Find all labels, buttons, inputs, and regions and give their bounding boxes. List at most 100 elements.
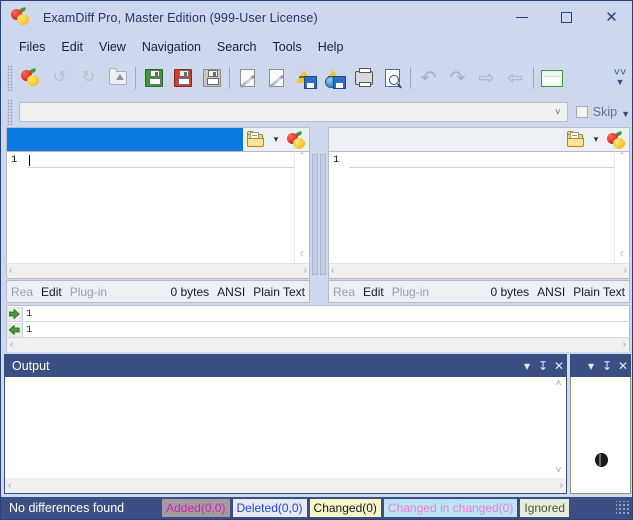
right-file-path[interactable] <box>329 128 563 151</box>
left-file-type[interactable]: Plain Text <box>249 285 309 299</box>
diff-map-close-button[interactable]: ✕ <box>615 354 631 377</box>
close-button[interactable]: ✕ <box>589 1 633 34</box>
scroll-right-icon[interactable]: › <box>623 340 626 350</box>
right-editor[interactable]: 1 ˆ ˁ ‹ › <box>328 152 630 279</box>
right-editor-body[interactable]: 1 ˆ ˁ <box>329 152 629 263</box>
status-badge-changed-in-changed[interactable]: Changed in changed(0) <box>384 499 517 517</box>
scroll-right-icon[interactable]: › <box>560 481 563 491</box>
menu-edit[interactable]: Edit <box>53 37 91 57</box>
copy-left-button[interactable]: ⇦ <box>501 63 530 93</box>
save-right-button[interactable] <box>168 63 197 93</box>
menu-files[interactable]: Files <box>11 37 53 57</box>
scroll-up-icon[interactable]: ˄ <box>556 379 562 389</box>
filter-toolbar-grip[interactable] <box>7 99 13 125</box>
left-browse-button[interactable] <box>243 128 269 151</box>
scroll-down-icon[interactable]: ˁ <box>300 252 304 262</box>
diff-map-body[interactable] <box>570 377 631 494</box>
menu-tools[interactable]: Tools <box>265 37 310 57</box>
scroll-down-icon[interactable]: ˁ <box>620 252 624 262</box>
diff-map-pin-button[interactable]: ↧ <box>599 354 615 377</box>
arrow-left-green-icon[interactable] <box>7 323 23 337</box>
right-readonly-status[interactable]: Rea <box>329 285 359 299</box>
left-horizontal-scrollbar[interactable]: ‹ › <box>7 263 309 278</box>
print-preview-button[interactable] <box>378 63 407 93</box>
output-close-button[interactable]: ✕ <box>551 354 567 377</box>
open-folder-button[interactable] <box>103 63 132 93</box>
right-plugin-status[interactable]: Plug-in <box>388 285 433 299</box>
left-readonly-status[interactable]: Rea <box>7 285 37 299</box>
recompare-button[interactable]: ↺ <box>45 63 74 93</box>
print-button[interactable] <box>349 63 378 93</box>
left-editor-text[interactable] <box>27 152 294 263</box>
resize-grip[interactable] <box>616 501 630 515</box>
right-encoding[interactable]: ANSI <box>533 285 569 299</box>
redo-button[interactable]: ↷ <box>443 63 472 93</box>
minimize-button[interactable] <box>499 1 544 34</box>
menu-navigation[interactable]: Navigation <box>134 37 209 57</box>
output-vertical-scrollbar[interactable]: ˄ ˅ <box>551 377 566 478</box>
left-plugin-status[interactable]: Plug-in <box>66 285 111 299</box>
save-report-button[interactable] <box>291 63 320 93</box>
save-html-report-button[interactable] <box>320 63 349 93</box>
skip-checkbox[interactable] <box>576 106 588 118</box>
left-editor-body[interactable]: 1 ˆ ˁ <box>7 152 309 263</box>
right-horizontal-scrollbar[interactable]: ‹ › <box>329 263 629 278</box>
status-badge-deleted[interactable]: Deleted(0,0) <box>233 499 307 517</box>
scroll-left-icon[interactable]: ‹ <box>331 266 334 276</box>
right-edit-status[interactable]: Edit <box>359 285 388 299</box>
left-editor[interactable]: 1 ˆ ˁ ‹ › <box>6 152 310 279</box>
right-file-type[interactable]: Plain Text <box>569 285 629 299</box>
left-editor-line-1[interactable] <box>27 154 294 168</box>
right-browse-button[interactable] <box>563 128 589 151</box>
diff-map-menu-button[interactable]: ▾ <box>583 354 599 377</box>
view-mode-button[interactable] <box>537 63 566 93</box>
diff-nav-row-right[interactable]: 1 <box>7 306 629 322</box>
right-vertical-scrollbar[interactable]: ˆ ˁ <box>614 152 629 263</box>
scroll-left-icon[interactable]: ‹ <box>10 340 13 350</box>
edit-right-button[interactable] <box>262 63 291 93</box>
output-horizontal-scrollbar[interactable]: ‹ › <box>5 478 566 493</box>
output-menu-button[interactable]: ▾ <box>519 354 535 377</box>
compare-files-button[interactable] <box>16 63 45 93</box>
scroll-up-icon[interactable]: ˆ <box>620 153 623 163</box>
left-edit-status[interactable]: Edit <box>37 285 66 299</box>
filter-input[interactable] <box>20 102 549 122</box>
left-encoding[interactable]: ANSI <box>213 285 249 299</box>
menu-view[interactable]: View <box>91 37 134 57</box>
refresh-button[interactable]: ↻ <box>74 63 103 93</box>
chevron-down-icon[interactable]: ˅ <box>549 107 567 118</box>
splitter-bar-left[interactable] <box>312 154 318 275</box>
copy-right-button[interactable]: ⇨ <box>472 63 501 93</box>
right-compare-button[interactable] <box>603 128 629 151</box>
undo-button[interactable]: ↶ <box>414 63 443 93</box>
toolbar-grip[interactable] <box>7 65 13 91</box>
filter-combobox[interactable]: ˅ <box>19 102 568 122</box>
arrow-right-green-icon[interactable] <box>7 307 23 321</box>
menu-search[interactable]: Search <box>209 37 265 57</box>
scroll-left-icon[interactable]: ‹ <box>8 481 11 491</box>
status-badge-changed[interactable]: Changed(0) <box>310 499 381 517</box>
right-history-dropdown[interactable]: ▾ <box>589 128 603 151</box>
scroll-down-icon[interactable]: ˅ <box>556 466 562 476</box>
left-vertical-scrollbar[interactable]: ˆ ˁ <box>294 152 309 263</box>
filter-overflow-icon[interactable]: ▼ <box>621 109 630 119</box>
status-badge-ignored[interactable]: Ignored <box>520 499 569 517</box>
save-left-button[interactable] <box>139 63 168 93</box>
splitter-bar-right[interactable] <box>320 154 326 275</box>
diff-nav-horizontal-scrollbar[interactable]: ‹ › <box>7 338 629 352</box>
output-text-area[interactable] <box>5 377 551 478</box>
diff-nav-row-left[interactable]: 1 <box>7 322 629 338</box>
edit-left-button[interactable] <box>233 63 262 93</box>
left-compare-button[interactable] <box>283 128 309 151</box>
scroll-right-icon[interactable]: › <box>624 266 627 276</box>
right-editor-line-1[interactable] <box>349 154 614 168</box>
scroll-left-icon[interactable]: ‹ <box>9 266 12 276</box>
skip-checkbox-group[interactable]: Skip ▼ <box>576 105 630 119</box>
save-all-button[interactable] <box>197 63 226 93</box>
left-history-dropdown[interactable]: ▾ <box>269 128 283 151</box>
right-editor-text[interactable] <box>349 152 614 263</box>
left-file-path[interactable] <box>7 128 243 151</box>
pane-splitter[interactable] <box>310 127 328 303</box>
scroll-right-icon[interactable]: › <box>304 266 307 276</box>
status-badge-added[interactable]: Added(0,0) <box>162 499 229 517</box>
